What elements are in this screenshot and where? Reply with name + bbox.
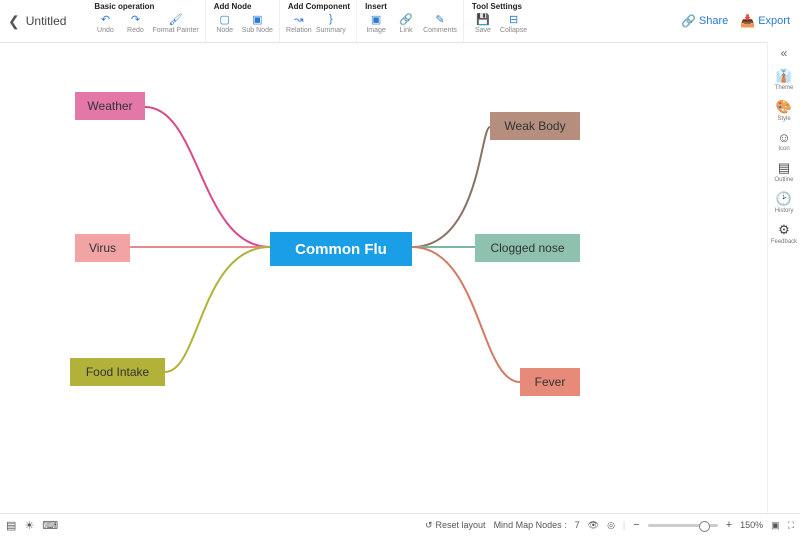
nodes-count: 7 (575, 520, 580, 530)
summary-button[interactable]: }Summary (316, 12, 346, 34)
comments-button[interactable]: ✎Comments (423, 12, 457, 34)
save-icon: 💾 (476, 12, 490, 26)
right-panel: « 👔Theme 🎨Style ☺Icon ▤Outline 🕑History … (767, 42, 800, 514)
redo-button[interactable]: ↷Redo (122, 12, 148, 34)
feedback-icon: ⚙ (778, 222, 790, 238)
group-addnode-title: Add Node (212, 0, 273, 12)
export-button[interactable]: 📥Export (740, 14, 790, 28)
view-icon-1[interactable]: ▤ (6, 519, 16, 532)
zoom-slider[interactable] (648, 524, 718, 527)
title-area: ❮ Untitled (0, 0, 66, 42)
share-icon: 🔗 (681, 14, 696, 28)
group-insert: Insert ▣Image 🔗Link ✎Comments (357, 0, 464, 42)
node-food[interactable]: Food Intake (70, 358, 165, 386)
ribbon: Basic operation ↶Undo ↷Redo 🖌Format Pain… (86, 0, 533, 42)
subnode-button[interactable]: ▣Sub Node (242, 12, 273, 34)
style-icon: 🎨 (776, 99, 792, 115)
summary-icon: } (324, 12, 338, 26)
undo-icon: ↶ (98, 12, 112, 26)
panel-outline[interactable]: ▤Outline (774, 160, 793, 183)
zoom-knob[interactable] (699, 521, 710, 532)
group-addcomponent-title: Add Component (286, 0, 350, 12)
zoom-in-button[interactable]: + (726, 519, 732, 531)
panel-feedback[interactable]: ⚙Feedback (771, 222, 797, 245)
zoom-value: 150% (740, 520, 763, 530)
link-button[interactable]: 🔗Link (393, 12, 419, 34)
panel-style[interactable]: 🎨Style (776, 99, 792, 122)
node-clogged[interactable]: Clogged nose (475, 234, 580, 262)
group-basic: Basic operation ↶Undo ↷Redo 🖌Format Pain… (86, 0, 205, 42)
node-center[interactable]: Common Flu (270, 232, 412, 266)
brush-icon: 🖌 (169, 12, 183, 26)
collapse-button[interactable]: ⊟Collapse (500, 12, 527, 34)
redo-icon: ↷ (128, 12, 142, 26)
relation-button[interactable]: ↝Relation (286, 12, 312, 34)
save-button[interactable]: 💾Save (470, 12, 496, 34)
nodes-label: Mind Map Nodes : (494, 520, 567, 530)
top-right-actions: 🔗Share 📥Export (681, 0, 790, 42)
node-icon: ▢ (218, 12, 232, 26)
export-icon: 📥 (740, 14, 755, 28)
group-insert-title: Insert (363, 0, 457, 12)
panel-icon[interactable]: ☺Icon (777, 130, 790, 152)
image-icon: ▣ (369, 12, 383, 26)
fullscreen-icon[interactable]: ⛶ (788, 520, 794, 531)
history-icon: 🕑 (776, 191, 792, 207)
view-icon-2[interactable]: ☀ (24, 519, 34, 532)
theme-icon: 👔 (776, 68, 792, 84)
subnode-icon: ▣ (250, 12, 264, 26)
node-weak[interactable]: Weak Body (490, 112, 580, 140)
doc-title: Untitled (26, 14, 67, 28)
status-left: ▤ ☀ ⌨ (6, 519, 58, 532)
undo-button[interactable]: ↶Undo (92, 12, 118, 34)
back-icon[interactable]: ❮ (8, 13, 20, 30)
node-virus[interactable]: Virus (75, 234, 130, 262)
panel-history[interactable]: 🕑History (775, 191, 794, 214)
link-icon: 🔗 (399, 12, 413, 26)
share-button[interactable]: 🔗Share (681, 14, 728, 28)
node-fever[interactable]: Fever (520, 368, 580, 396)
image-button[interactable]: ▣Image (363, 12, 389, 34)
panel-collapse-icon[interactable]: « (781, 46, 788, 60)
eye-icon[interactable]: 👁 (588, 520, 599, 531)
format-painter-button[interactable]: 🖌Format Painter (152, 12, 198, 34)
zoom-out-button[interactable]: − (633, 519, 639, 531)
group-tool-title: Tool Settings (470, 0, 527, 12)
status-right: ↺Reset layout Mind Map Nodes : 7 👁 ◎ | −… (425, 519, 794, 531)
panel-theme[interactable]: 👔Theme (775, 68, 794, 91)
status-bar: ▤ ☀ ⌨ ↺Reset layout Mind Map Nodes : 7 👁… (0, 513, 800, 536)
comments-icon: ✎ (433, 12, 447, 26)
group-tool: Tool Settings 💾Save ⊟Collapse (464, 0, 533, 42)
smile-icon: ☺ (777, 130, 790, 145)
group-basic-title: Basic operation (92, 0, 198, 12)
divider: | (623, 520, 625, 530)
collapse-icon: ⊟ (507, 12, 521, 26)
outline-icon: ▤ (778, 160, 790, 176)
mindmap-canvas[interactable]: Common Flu Weather Virus Food Intake Wea… (0, 42, 768, 514)
relation-icon: ↝ (292, 12, 306, 26)
reset-icon: ↺ (425, 520, 433, 531)
reset-layout-button[interactable]: ↺Reset layout (425, 520, 486, 531)
view-icon-3[interactable]: ⌨ (42, 519, 58, 532)
target-icon[interactable]: ◎ (607, 520, 615, 531)
group-addnode: Add Node ▢Node ▣Sub Node (206, 0, 280, 42)
fit-icon[interactable]: ▣ (771, 520, 780, 531)
group-addcomponent: Add Component ↝Relation }Summary (280, 0, 357, 42)
node-weather[interactable]: Weather (75, 92, 145, 120)
node-button[interactable]: ▢Node (212, 12, 238, 34)
topbar: ❮ Untitled Basic operation ↶Undo ↷Redo 🖌… (0, 0, 800, 43)
